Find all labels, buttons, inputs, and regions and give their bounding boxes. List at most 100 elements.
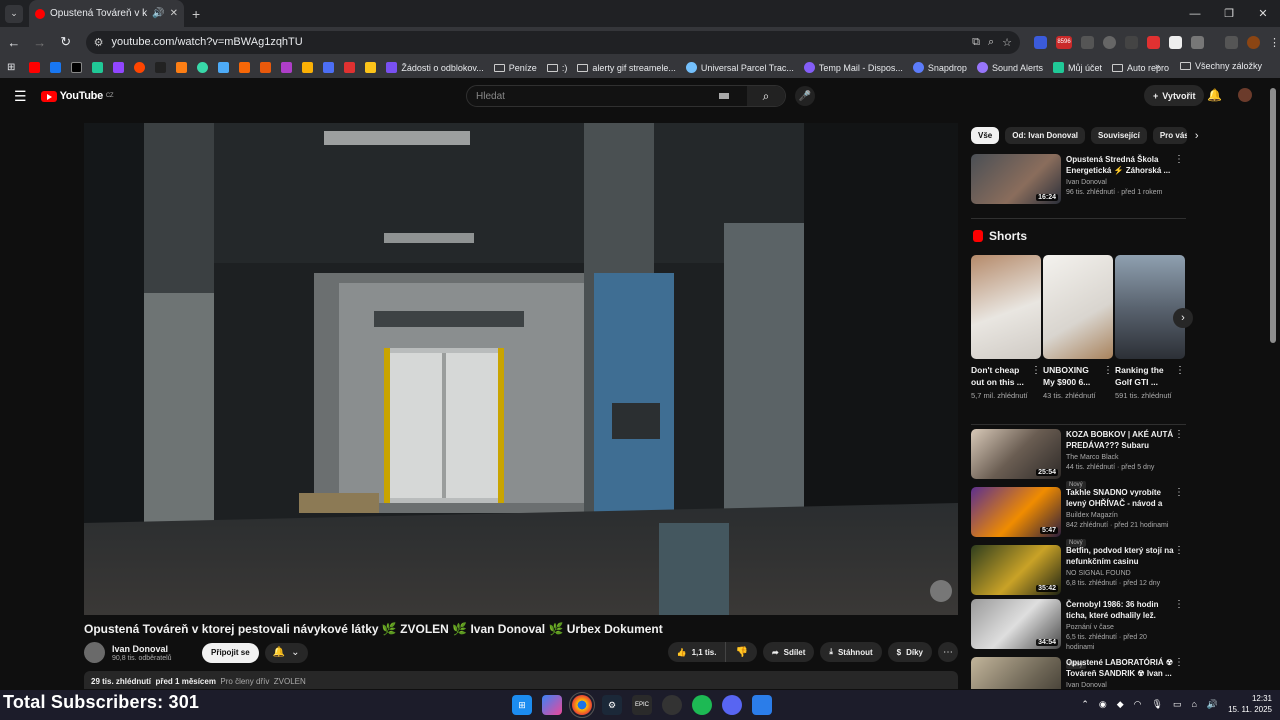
profile-avatar-icon[interactable] (1247, 35, 1261, 49)
steam-icon[interactable]: ⚙ (602, 695, 622, 715)
recommendation-title[interactable]: Černobyl 1986: 36 hodin ticha, které odh… (1066, 599, 1176, 621)
search-button[interactable]: ⌕ (747, 86, 785, 106)
bookmark-parcel[interactable]: Universal Parcel Trac... (685, 62, 794, 73)
avatar[interactable] (1238, 88, 1252, 102)
mic-tray-icon[interactable]: 🎙 (1152, 699, 1163, 710)
create-button[interactable]: + Vytvořit (1144, 85, 1205, 106)
site-info-icon[interactable]: ⚙ (94, 36, 104, 49)
photos-icon[interactable] (752, 695, 772, 715)
spotify-icon[interactable] (692, 695, 712, 715)
g-bookmark-icon[interactable] (260, 62, 272, 73)
extension-red-icon[interactable] (1147, 35, 1161, 49)
red-bookmark-icon[interactable] (344, 62, 356, 73)
zoom-icon[interactable]: ⌕ (988, 36, 994, 49)
speaker-icon[interactable]: 🔊 (152, 8, 164, 19)
short-item[interactable]: Don't cheap out on this ... 5,7 mil. zhl… (971, 255, 1041, 401)
back-button[interactable]: ← (2, 35, 26, 50)
screen-tray-icon[interactable]: ▭ (1173, 699, 1182, 710)
page-scrollbar[interactable] (1270, 88, 1276, 343)
recommendation-item[interactable]: 34:54 Černobyl 1986: 36 hodin ticha, kte… (971, 599, 1186, 669)
extension-shield-icon[interactable] (1034, 35, 1048, 49)
hashtag[interactable]: ZVOLEN (274, 677, 306, 686)
calendar-bookmark-icon[interactable] (323, 62, 335, 73)
like-button[interactable]: 👍 1,1 tis. (667, 642, 727, 662)
short-item[interactable]: Ranking the Golf GTI ... 591 tis. zhlédn… (1115, 255, 1185, 401)
new-tab-button[interactable]: + (192, 6, 200, 22)
bookmark-penize[interactable]: Peníze (493, 63, 537, 73)
chip-for-you[interactable]: Pro vás (1152, 127, 1187, 144)
chrome-icon[interactable] (569, 692, 595, 718)
video-thumbnail[interactable]: 34:54 (971, 599, 1061, 649)
clock[interactable]: 12:31 15. 11. 2025 (1228, 693, 1272, 715)
network-icon[interactable]: ⌂ (1191, 699, 1196, 709)
item-menu-icon[interactable]: ⋮ (1174, 487, 1184, 498)
extension-icon[interactable] (1081, 35, 1095, 49)
short-menu-icon[interactable]: ⋮ (1031, 365, 1041, 376)
download-button[interactable]: ⤓ Stáhnout (820, 642, 882, 662)
recommendation-title[interactable]: Opustená Stredná Škola Energetická ⚡ Záh… (1066, 154, 1176, 176)
extensions-puzzle-icon[interactable] (1191, 35, 1205, 49)
video-player[interactable] (84, 123, 958, 615)
extension-badge-icon[interactable]: 8596 (1056, 35, 1073, 49)
youtube-logo[interactable]: YouTube CZ (40, 90, 114, 102)
description-box[interactable]: 29 tis. zhlédnutí před 1 měsícem Pro čle… (84, 671, 958, 689)
channel-avatar[interactable] (84, 642, 105, 663)
teal-bookmark-icon[interactable] (197, 62, 209, 73)
all-bookmarks[interactable]: Všechny záložky (1179, 61, 1262, 71)
item-menu-icon[interactable]: ⋮ (1174, 545, 1184, 556)
short-menu-icon[interactable]: ⋮ (1175, 365, 1185, 376)
recommendation-title[interactable]: Betfin, podvod který stojí na nefunkčním… (1066, 545, 1176, 567)
video-thumbnail[interactable]: 25:54 (971, 429, 1061, 479)
microphone-icon[interactable]: 🎤 (795, 86, 815, 106)
notifications-bell-icon[interactable]: 🔔 (1207, 88, 1222, 102)
search-box[interactable]: Hledat ⌕ (466, 85, 786, 107)
url-text[interactable]: youtube.com/watch?v=mBWAg1zqhTU (111, 36, 964, 48)
reddit-bookmark-icon[interactable] (134, 62, 146, 73)
orange-bookmark-icon[interactable] (176, 62, 188, 73)
short-title[interactable]: Ranking the Golf GTI ... (1115, 364, 1171, 388)
purple-bookmark-icon[interactable] (281, 62, 293, 73)
more-actions-icon[interactable]: ⋯ (938, 642, 958, 662)
address-bar[interactable]: ⚙ youtube.com/watch?v=mBWAg1zqhTU ⧉ ⌕ ☆ (85, 30, 1021, 54)
bookmark-star-icon[interactable]: ☆ (1002, 36, 1012, 49)
share-button[interactable]: ➦ Sdílet (762, 642, 815, 662)
discord-tray-icon[interactable]: ◉ (1099, 699, 1107, 710)
keyboard-icon[interactable] (719, 93, 729, 99)
youtube-bookmark-icon[interactable] (29, 62, 41, 73)
chip-related[interactable]: Související (1091, 127, 1147, 144)
forward-button[interactable]: → (28, 35, 52, 50)
x-bookmark-icon[interactable] (71, 62, 83, 73)
video-thumbnail[interactable]: 5:47 (971, 487, 1061, 537)
recommendation-title[interactable]: Opustené LABORATÓRIÁ ☢ Továreň SANDRIK ☢… (1066, 657, 1176, 679)
join-button[interactable]: Připojit se (202, 642, 259, 663)
channel-name[interactable]: Ivan Donoval (112, 644, 190, 654)
reload-button[interactable]: ↻ (54, 34, 78, 50)
crown-bookmark-icon[interactable] (302, 62, 314, 73)
short-item[interactable]: UNBOXING My $900 6... 43 tis. zhlédnutí … (1043, 255, 1113, 401)
short-title[interactable]: Don't cheap out on this ... (971, 364, 1027, 388)
menu-icon[interactable]: ☰ (14, 88, 27, 105)
dislike-button[interactable]: 👎 (726, 642, 757, 662)
bookmark-alerty[interactable]: alerty gif streamele... (577, 63, 676, 73)
more-bookmarks-icon[interactable]: » (1155, 61, 1160, 71)
close-tab-icon[interactable]: ✕ (170, 8, 178, 19)
short-menu-icon[interactable]: ⋮ (1103, 365, 1113, 376)
recommendation-item[interactable]: 5:47 Takhle SNADNO vyrobíte levný OHŘÍVA… (971, 487, 1186, 547)
minimize-button[interactable]: — (1178, 0, 1212, 27)
short-thumbnail[interactable] (1115, 255, 1185, 359)
bookmark-tempmail[interactable]: Temp Mail - Dispos... (803, 62, 903, 73)
recommendation-item[interactable]: 16:24 Opustená Stredná Škola Energetická… (971, 154, 1186, 206)
video-thumbnail[interactable] (971, 657, 1061, 689)
thanks-button[interactable]: $ Díky (887, 642, 932, 662)
recommendation-item[interactable]: 35:42 Betfin, podvod který stojí na nefu… (971, 545, 1186, 597)
chip-all[interactable]: Vše (971, 127, 1000, 144)
obs-icon[interactable] (662, 695, 682, 715)
blue-bookmark-icon[interactable] (218, 62, 230, 73)
item-menu-icon[interactable]: ⋮ (1174, 154, 1184, 165)
shorts-next-icon[interactable]: › (1173, 308, 1193, 328)
extension-gray-icon[interactable] (1125, 35, 1139, 49)
chevron-right-icon[interactable]: › (1195, 130, 1199, 142)
subscribe-notifications-button[interactable]: 🔔 ⌄ (264, 642, 308, 663)
item-menu-icon[interactable]: ⋮ (1174, 657, 1184, 668)
search-input[interactable]: Hledat (467, 91, 719, 102)
